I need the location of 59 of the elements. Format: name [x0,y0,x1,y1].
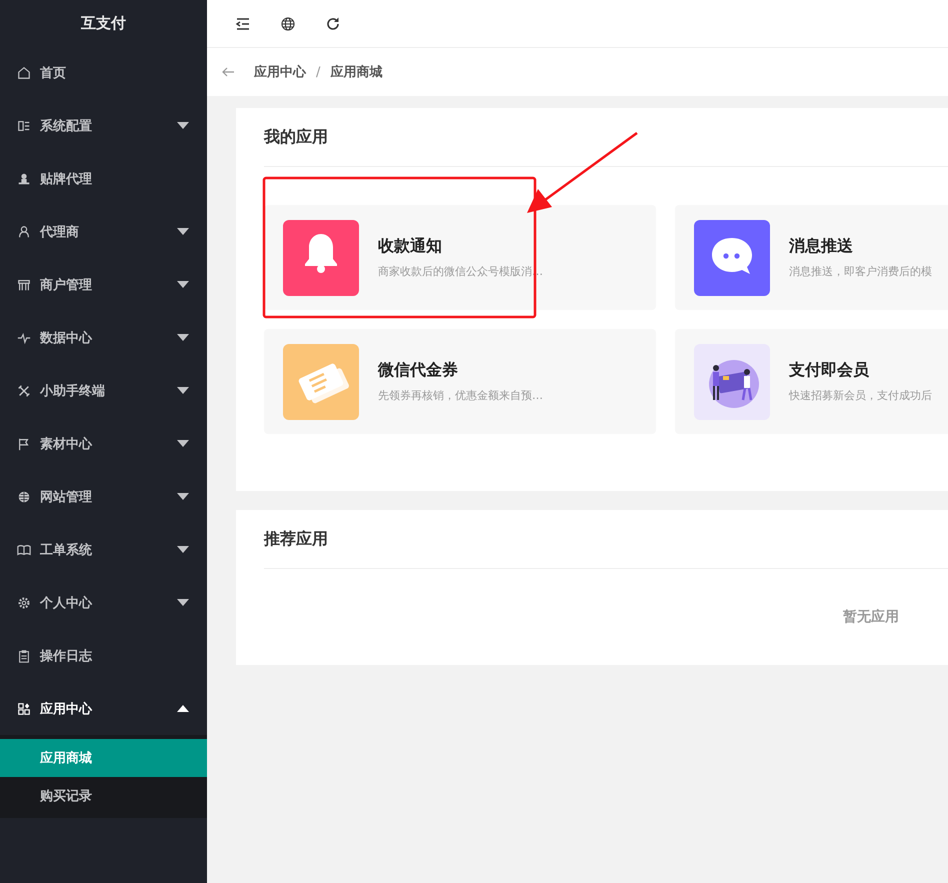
sidebar-item[interactable]: 小助手终端 [0,364,207,417]
sidebar-item[interactable]: 素材中心 [0,417,207,470]
submenu-item[interactable]: 购买记录 [0,777,207,815]
caret-icon [177,546,189,553]
panel-title: 推荐应用 [264,528,328,550]
book-icon [17,542,31,556]
person-outline-icon [17,224,31,238]
app-name: 支付即会员 [789,360,870,381]
person-icon [17,172,31,186]
sidebar-item[interactable]: 贴牌代理 [0,152,207,205]
breadcrumb-link[interactable]: 应用商城 [330,63,382,81]
globe-icon [17,490,31,504]
columns-icon [17,278,31,292]
sidebar-item[interactable]: 工单系统 [0,523,207,576]
empty-state-text: 暂无应用 [843,608,899,626]
caret-icon [177,440,189,447]
grid-icon [17,702,31,716]
app-name: 收款通知 [378,236,443,257]
logo-text: 互支付 [81,14,126,32]
breadcrumb-link[interactable]: 应用中心 [254,63,306,81]
home-icon [17,66,31,80]
app-description: 消息推送，即客户消费后的模 [789,264,932,279]
sidebar-item[interactable]: 数据中心 [0,311,207,364]
pulse-icon [17,330,31,344]
submenu-item[interactable]: 应用商城 [0,739,207,777]
sidebar-item[interactable]: 网站管理 [0,470,207,523]
sidebar-item[interactable]: 个人中心 [0,576,207,629]
flag-icon [17,436,31,450]
sidebar-item[interactable]: 系统配置 [0,99,207,152]
caret-icon [177,228,189,235]
caret-icon [177,387,189,394]
refresh-icon[interactable] [325,16,341,32]
sidebar-item[interactable]: 代理商 [0,205,207,258]
breadcrumb-separator: / [316,64,320,80]
app-description: 快速招募新会员，支付成功后 [789,388,932,403]
caret-icon [177,281,189,288]
app-card[interactable]: 支付即会员 快速招募新会员，支付成功后 [675,329,948,434]
menu-icon[interactable] [235,16,251,32]
clipboard-icon [17,648,31,662]
sidebar-item[interactable]: 操作日志 [0,629,207,682]
caret-icon [177,705,189,712]
sidebar-item[interactable]: 首页 [0,46,207,99]
globe-icon[interactable] [280,16,296,32]
back-arrow-icon[interactable] [221,65,235,79]
settings-icon [17,596,31,610]
caret-icon [177,493,189,500]
sidebar-item[interactable]: 应用中心 [0,682,207,735]
tools-icon [17,384,31,398]
panel-icon [17,118,31,132]
app-name: 消息推送 [789,236,854,257]
app-description: 先领券再核销，优惠金额来自预… [378,388,543,403]
caret-icon [177,122,189,129]
panel-title: 我的应用 [264,126,328,148]
app-card[interactable]: 微信代金券 先领券再核销，优惠金额来自预… [264,329,656,434]
sidebar-item[interactable]: 商户管理 [0,258,207,311]
caret-icon [177,334,189,341]
app-name: 微信代金券 [378,360,459,381]
caret-icon [177,599,189,606]
app-card[interactable]: 消息推送 消息推送，即客户消费后的模 [675,205,948,310]
